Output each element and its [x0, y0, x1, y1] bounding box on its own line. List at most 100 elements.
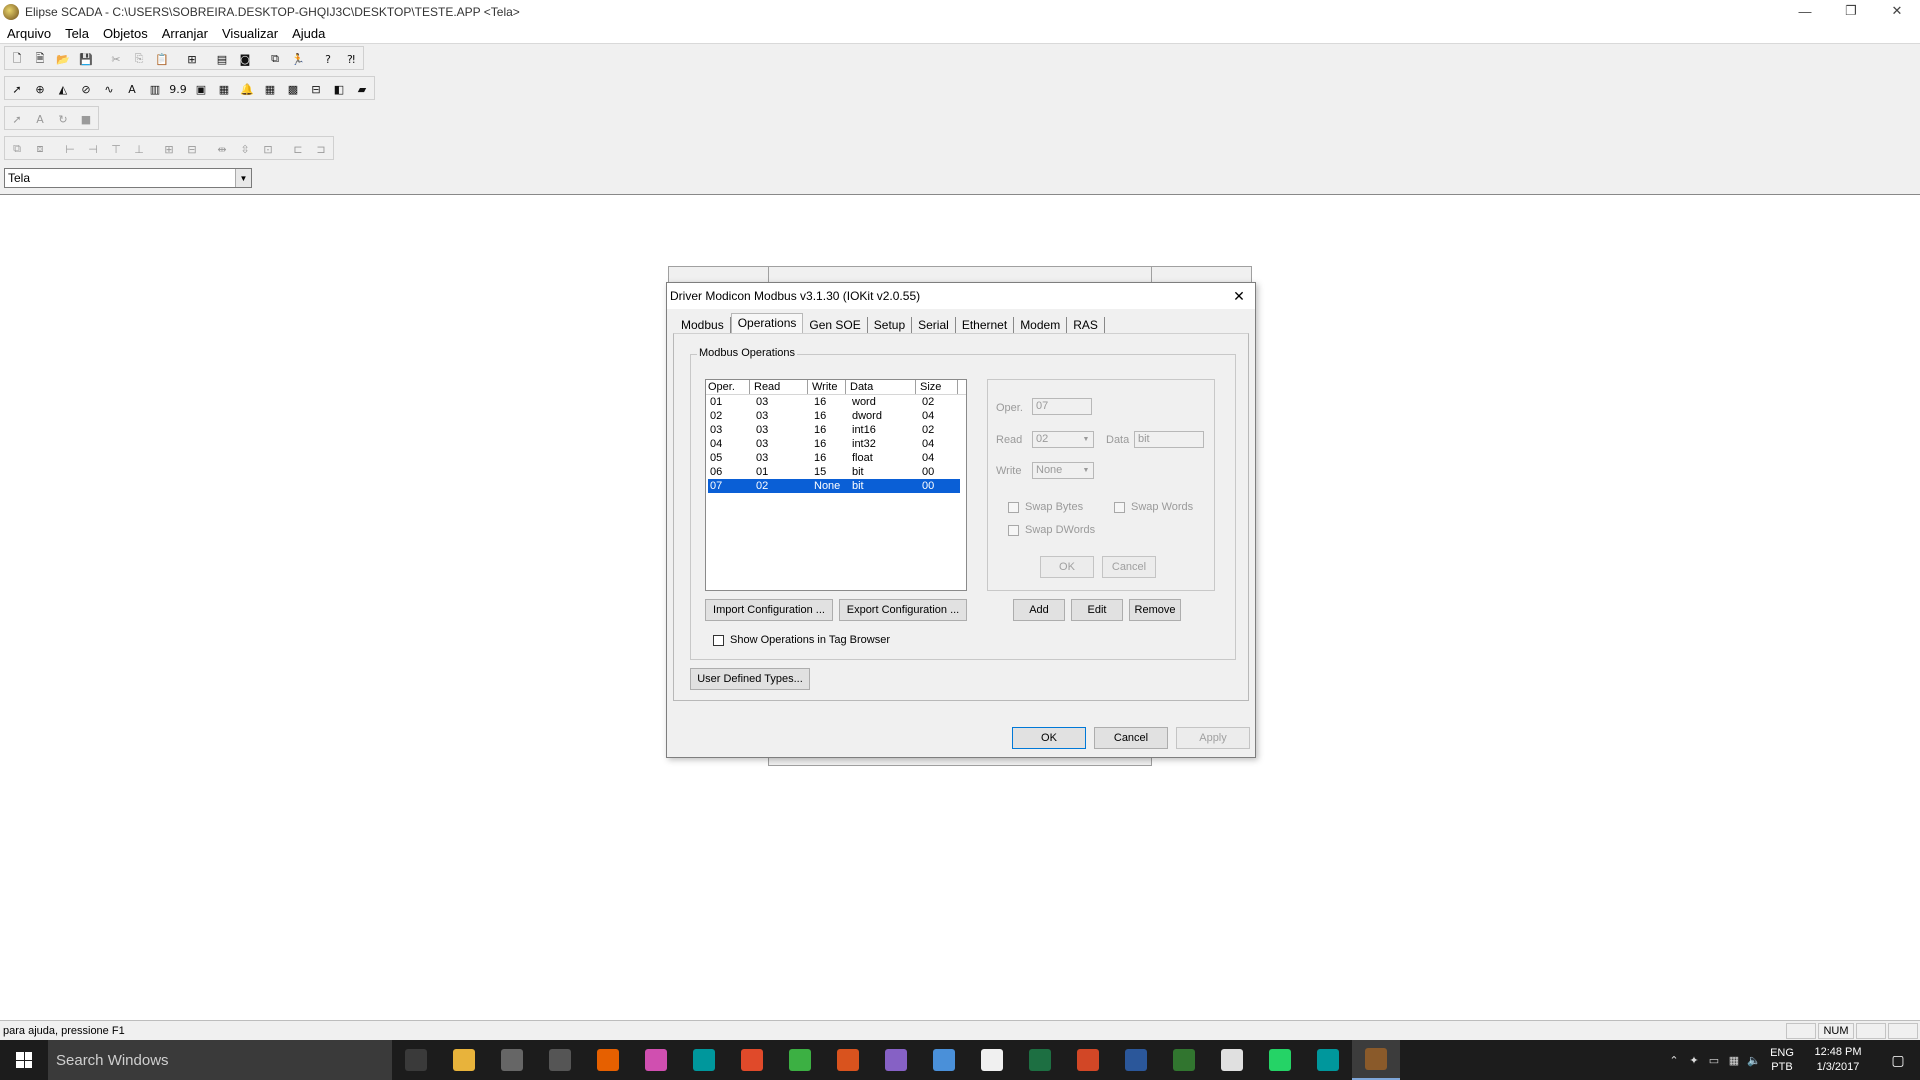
taskbar-search[interactable]: Search Windows [48, 1040, 392, 1080]
tab-gen-soe[interactable]: Gen SOE [803, 317, 868, 333]
elipse-icon[interactable] [1352, 1040, 1400, 1080]
excel-icon[interactable] [1016, 1040, 1064, 1080]
new-file-icon[interactable]: 🗋 [6, 48, 28, 70]
table-row[interactable]: 06 01 15 bit 00 [708, 465, 966, 479]
dropbox-icon[interactable]: ✦ [1684, 1054, 1704, 1067]
edit-button[interactable]: Edit [1071, 599, 1123, 621]
tab-modem[interactable]: Modem [1014, 317, 1068, 333]
restore-button[interactable]: ❐ [1828, 0, 1874, 22]
screen-select[interactable]: Tela ▼ [4, 168, 252, 188]
text-icon[interactable]: A [121, 78, 143, 100]
export-configuration-button[interactable]: Export Configuration ... [839, 599, 967, 621]
write-select[interactable]: None ▼ [1032, 462, 1094, 479]
powerpoint-icon[interactable] [1064, 1040, 1112, 1080]
text-tool-icon[interactable]: A [29, 108, 51, 130]
number-icon[interactable]: 9.9 [167, 78, 189, 100]
network-icon[interactable]: ▦ [1724, 1054, 1744, 1067]
import-configuration-button[interactable]: Import Configuration ... [705, 599, 833, 621]
slider-icon[interactable]: ▣ [190, 78, 212, 100]
paste-icon[interactable]: 📋 [151, 48, 173, 70]
properties-icon[interactable]: ▤ [211, 48, 233, 70]
menu-arquivo[interactable]: Arquivo [0, 26, 58, 41]
picture-icon[interactable]: ▩ [282, 78, 304, 100]
align-right-icon[interactable]: ⊣ [82, 138, 104, 160]
menu-ajuda[interactable]: Ajuda [285, 26, 332, 41]
button-icon[interactable]: ⊕ [29, 78, 51, 100]
organizer-icon[interactable]: ⊞ [181, 48, 203, 70]
tab-ethernet[interactable]: Ethernet [956, 317, 1015, 333]
cards-icon[interactable] [968, 1040, 1016, 1080]
column-data[interactable]: Data [846, 380, 916, 394]
graph-icon[interactable]: ⧉ [264, 48, 286, 70]
space-h-icon[interactable]: ⇹ [211, 138, 233, 160]
setpoint-icon[interactable]: ⊟ [305, 78, 327, 100]
align-top-icon[interactable]: ⊤ [105, 138, 127, 160]
same-height-icon[interactable]: ⊐ [310, 138, 332, 160]
paint-icon[interactable] [1208, 1040, 1256, 1080]
arduino2-icon[interactable] [1304, 1040, 1352, 1080]
trend-icon[interactable]: ∿ [98, 78, 120, 100]
menu-visualizar[interactable]: Visualizar [215, 26, 285, 41]
alarm-icon[interactable]: 🔔 [236, 78, 258, 100]
send-back-icon[interactable]: ⧈ [29, 138, 51, 160]
phone-icon[interactable] [536, 1040, 584, 1080]
minimize-button[interactable]: — [1782, 0, 1828, 22]
cancel-button[interactable]: Cancel [1094, 727, 1168, 749]
table-row[interactable]: 04 03 16 int32 04 [708, 437, 966, 451]
itunes-icon[interactable] [632, 1040, 680, 1080]
help-icon[interactable]: ? [317, 48, 339, 70]
tab-setup[interactable]: Setup [868, 317, 913, 333]
language-indicator[interactable]: ENG PTB [1764, 1046, 1800, 1074]
column-write[interactable]: Write [808, 380, 846, 394]
rotate-icon[interactable]: ↻ [52, 108, 74, 130]
arduino-icon[interactable] [680, 1040, 728, 1080]
menu-objetos[interactable]: Objetos [96, 26, 155, 41]
firefox-icon[interactable] [584, 1040, 632, 1080]
edit-cancel-button[interactable]: Cancel [1102, 556, 1156, 578]
project-icon[interactable] [1160, 1040, 1208, 1080]
start-button[interactable] [0, 1040, 48, 1080]
gauge-icon[interactable]: ◭ [52, 78, 74, 100]
table-row[interactable]: 05 03 16 float 04 [708, 451, 966, 465]
tab-modbus[interactable]: Modbus [675, 317, 731, 333]
clock[interactable]: 12:48 PM 1/3/2017 [1800, 1045, 1876, 1075]
camera-icon[interactable]: ◙ [234, 48, 256, 70]
grid-icon[interactable]: ▦ [213, 78, 235, 100]
user-defined-types-button[interactable]: User Defined Types... [690, 668, 810, 690]
matlab-icon[interactable] [824, 1040, 872, 1080]
app-icon[interactable] [728, 1040, 776, 1080]
calculator-icon[interactable] [488, 1040, 536, 1080]
align-bottom-icon[interactable]: ⊥ [128, 138, 150, 160]
data-field[interactable]: bit [1134, 431, 1204, 448]
pointer-icon[interactable]: ➚ [6, 108, 28, 130]
swap-words-checkbox[interactable]: Swap Words [1114, 501, 1193, 513]
table-row[interactable]: 03 03 16 int16 02 [708, 423, 966, 437]
table-icon[interactable]: ▦ [259, 78, 281, 100]
battery-icon[interactable]: ▭ [1704, 1054, 1724, 1067]
center-v-icon[interactable]: ⊟ [181, 138, 203, 160]
table-row[interactable]: 07 02 None bit 00 [708, 479, 960, 493]
cut-icon[interactable]: ✂ [105, 48, 127, 70]
apply-button[interactable]: Apply [1176, 727, 1250, 749]
notification-icon[interactable]: ▢ [1876, 1040, 1920, 1080]
add-button[interactable]: Add [1013, 599, 1065, 621]
folder-icon[interactable]: 📂 [52, 48, 74, 70]
open-icon[interactable]: 🗎 [29, 48, 51, 70]
volume-icon[interactable]: 🔈 [1744, 1054, 1764, 1067]
word-icon[interactable] [1112, 1040, 1160, 1080]
menu-tela[interactable]: Tela [58, 26, 96, 41]
tab-ras[interactable]: RAS [1067, 317, 1105, 333]
table-row[interactable]: 01 03 16 word 02 [708, 395, 966, 409]
table-row[interactable]: 02 03 16 dword 04 [708, 409, 966, 423]
notes-icon[interactable] [920, 1040, 968, 1080]
whatsapp-icon[interactable] [1256, 1040, 1304, 1080]
tab-operations[interactable]: Operations [730, 313, 804, 333]
save-icon[interactable]: 💾 [75, 48, 97, 70]
browser-icon[interactable]: ◧ [328, 78, 350, 100]
chevron-up-icon[interactable]: ⌃ [1664, 1054, 1684, 1067]
space-v-icon[interactable]: ⇳ [234, 138, 256, 160]
operations-list[interactable]: Oper. Read Write Data Size 01 03 16 word 02 0… [705, 379, 967, 591]
run-icon[interactable]: 🏃 [287, 48, 309, 70]
ok-button[interactable]: OK [1012, 727, 1086, 749]
swap-bytes-checkbox[interactable]: Swap Bytes [1008, 501, 1083, 513]
